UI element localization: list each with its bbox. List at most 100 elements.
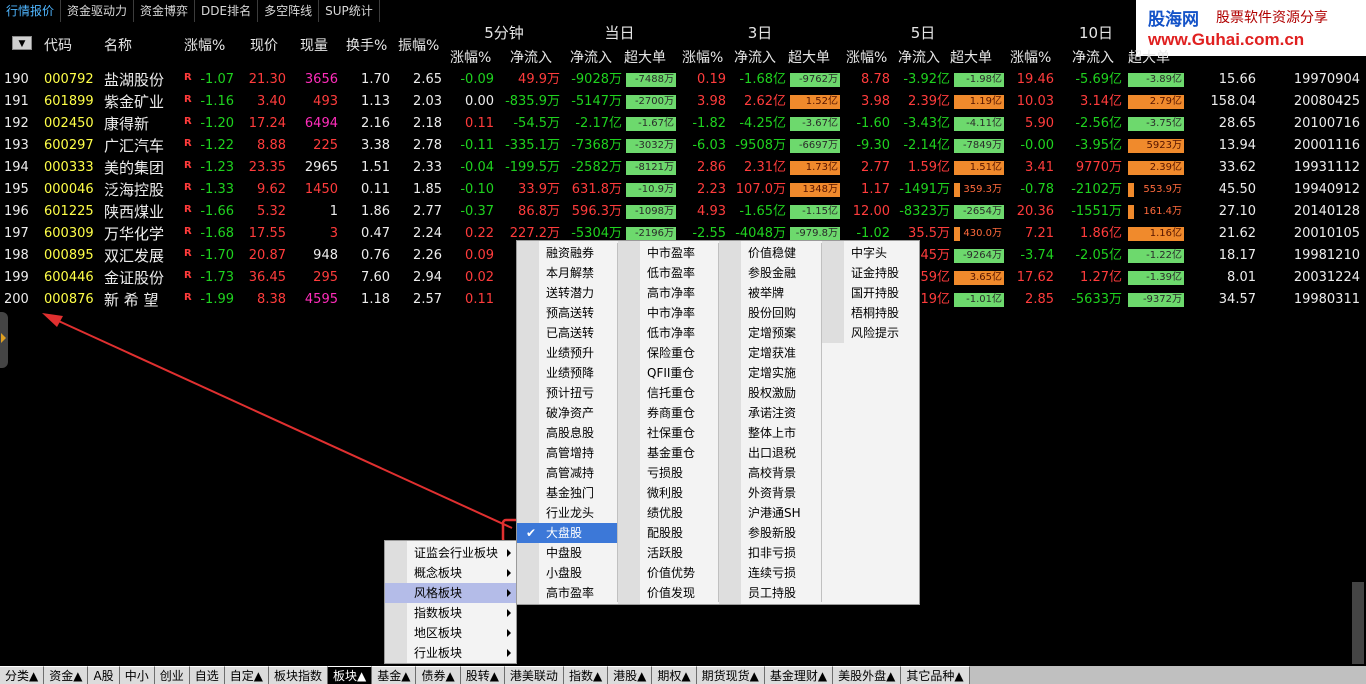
context-menu-item-3[interactable]: 指数板块 <box>385 603 516 623</box>
bottom-tab-6[interactable]: 自定▲ <box>224 666 269 684</box>
submenu-item[interactable]: 券商重仓 <box>618 403 718 423</box>
bottom-tab-15[interactable]: 期权▲ <box>652 666 697 684</box>
bottom-tab-12[interactable]: 港美联动 <box>504 666 564 684</box>
submenu-item[interactable]: 梧桐持股 <box>822 303 919 323</box>
context-menu-item-4[interactable]: 地区板块 <box>385 623 516 643</box>
column-header-17[interactable]: 涨幅% <box>1010 47 1056 69</box>
top-tab-5[interactable]: SUP统计 <box>319 0 380 22</box>
top-tab-0[interactable]: 行情报价 <box>0 0 62 22</box>
column-header-8[interactable]: 净流入 <box>510 47 558 69</box>
bottom-tab-4[interactable]: 创业 <box>154 666 190 684</box>
submenu-item[interactable]: 信托重仓 <box>618 383 718 403</box>
bottom-tab-3[interactable]: 中小 <box>119 666 155 684</box>
bottom-tab-5[interactable]: 自选 <box>189 666 225 684</box>
submenu-item[interactable]: 送转潜力 <box>517 283 617 303</box>
submenu-item[interactable]: QFII重仓 <box>618 363 718 383</box>
submenu-item[interactable]: 高管增持 <box>517 443 617 463</box>
submenu-item[interactable]: 亏损股 <box>618 463 718 483</box>
vertical-scrollbar[interactable] <box>1352 582 1364 664</box>
submenu-item[interactable]: 整体上市 <box>719 423 821 443</box>
column-header-13[interactable]: 超大单 <box>788 47 840 69</box>
submenu-item[interactable]: 扣非亏损 <box>719 543 821 563</box>
submenu-item[interactable]: 绩优股 <box>618 503 718 523</box>
submenu-item[interactable]: 参股金融 <box>719 263 821 283</box>
submenu-item[interactable]: 业绩预升 <box>517 343 617 363</box>
column-header-11[interactable]: 涨幅% <box>682 47 728 69</box>
submenu-item[interactable]: 定增获准 <box>719 343 821 363</box>
bottom-tab-11[interactable]: 股转▲ <box>460 666 505 684</box>
submenu-item[interactable]: 高股息股 <box>517 423 617 443</box>
column-header-7[interactable]: 涨幅% <box>450 47 500 69</box>
submenu-item[interactable]: ✔ 大盘股 <box>517 523 617 543</box>
bottom-tab-16[interactable]: 期货现货▲ <box>696 666 765 684</box>
submenu-item[interactable]: 低市盈率 <box>618 263 718 283</box>
submenu-item[interactable]: 行业龙头 <box>517 503 617 523</box>
submenu-item[interactable]: 价值稳健 <box>719 243 821 263</box>
column-header-12[interactable]: 净流入 <box>734 47 784 69</box>
submenu-item[interactable]: 已高送转 <box>517 323 617 343</box>
column-header-15[interactable]: 净流入 <box>898 47 948 69</box>
column-header-18[interactable]: 净流入 <box>1072 47 1122 69</box>
left-collapse-handle[interactable] <box>0 312 8 368</box>
submenu-item[interactable]: 基金重仓 <box>618 443 718 463</box>
submenu-item[interactable]: 本月解禁 <box>517 263 617 283</box>
submenu-item[interactable]: 小盘股 <box>517 563 617 583</box>
bottom-tab-8[interactable]: 板块▲ <box>327 666 373 684</box>
column-header-3[interactable]: 现价 <box>250 35 292 57</box>
submenu-item[interactable]: 高市盈率 <box>517 583 617 603</box>
context-menu-item-2[interactable]: 风格板块 <box>385 583 516 603</box>
table-row[interactable]: 192 002450 康得新 -1.20 17.24 6494 2.16 2.18 0.11 -5… <box>0 113 1366 135</box>
context-menu-item-5[interactable]: 行业板块 <box>385 643 516 663</box>
context-menu-item-0[interactable]: 证监会行业板块 <box>385 543 516 563</box>
submenu-item[interactable]: 参股新股 <box>719 523 821 543</box>
submenu-item[interactable]: 中市净率 <box>618 303 718 323</box>
bottom-tab-7[interactable]: 板块指数 <box>268 666 328 684</box>
submenu-item[interactable]: 沪港通SH <box>719 503 821 523</box>
context-menu-item-1[interactable]: 概念板块 <box>385 563 516 583</box>
submenu-item[interactable]: 中市盈率 <box>618 243 718 263</box>
column-header-1[interactable]: 名称 <box>104 35 164 57</box>
column-header-19[interactable]: 超大单 <box>1128 47 1180 69</box>
column-header-14[interactable]: 涨幅% <box>846 47 892 69</box>
bottom-tab-13[interactable]: 指数▲ <box>563 666 609 684</box>
submenu-item[interactable]: 低市净率 <box>618 323 718 343</box>
submenu-item[interactable]: 连续亏损 <box>719 563 821 583</box>
submenu-item[interactable]: 高市净率 <box>618 283 718 303</box>
column-header-9[interactable]: 净流入 <box>570 47 620 69</box>
bottom-tab-1[interactable]: 资金▲ <box>44 666 89 684</box>
table-row[interactable]: 191 601899 紫金矿业 -1.16 3.40 493 1.13 2.03 0.00 -83… <box>0 91 1366 113</box>
bottom-tab-17[interactable]: 基金理财▲ <box>764 666 834 684</box>
column-header-16[interactable]: 超大单 <box>950 47 1002 69</box>
table-row[interactable]: 190 000792 盐湖股份 -1.07 21.30 3656 1.70 2.65 -0.09… <box>0 69 1366 91</box>
column-header-0[interactable]: 代码 <box>44 35 104 57</box>
table-row[interactable]: 193 600297 广汇汽车 -1.22 8.88 225 3.38 2.78 -0.11 -3… <box>0 135 1366 157</box>
submenu-item[interactable]: 保险重仓 <box>618 343 718 363</box>
submenu-item[interactable]: 高管减持 <box>517 463 617 483</box>
column-header-4[interactable]: 现量 <box>300 35 342 57</box>
bottom-tab-0[interactable]: 分类▲ <box>0 666 45 684</box>
top-tab-2[interactable]: 资金博弈 <box>134 0 196 22</box>
column-header-5[interactable]: 换手% <box>346 35 392 57</box>
top-tab-1[interactable]: 资金驱动力 <box>61 0 135 22</box>
submenu-item[interactable]: 中盘股 <box>517 543 617 563</box>
submenu-item[interactable]: 价值发现 <box>618 583 718 603</box>
column-header-10[interactable]: 超大单 <box>624 47 674 69</box>
submenu-item[interactable]: 业绩预降 <box>517 363 617 383</box>
submenu-item[interactable]: 证金持股 <box>822 263 919 283</box>
submenu-item[interactable]: 微利股 <box>618 483 718 503</box>
bottom-tab-10[interactable]: 债券▲ <box>416 666 461 684</box>
submenu-item[interactable]: 社保重仓 <box>618 423 718 443</box>
submenu-item[interactable]: 基金独门 <box>517 483 617 503</box>
submenu-item[interactable]: 破净资产 <box>517 403 617 423</box>
submenu-item[interactable]: 价值优势 <box>618 563 718 583</box>
header-menu-button[interactable]: ▼ <box>12 36 32 50</box>
table-row[interactable]: 196 601225 陕西煤业 -1.66 5.32 1 1.86 2.77 -0.37 86.8… <box>0 201 1366 223</box>
submenu-item[interactable]: 出口退税 <box>719 443 821 463</box>
bottom-tab-19[interactable]: 其它品种▲ <box>901 666 970 684</box>
submenu-item[interactable]: 定增实施 <box>719 363 821 383</box>
submenu-item[interactable]: 定增预案 <box>719 323 821 343</box>
submenu-item[interactable]: 活跃股 <box>618 543 718 563</box>
bottom-tab-18[interactable]: 美股外盘▲ <box>833 666 902 684</box>
submenu-item[interactable]: 被举牌 <box>719 283 821 303</box>
submenu-item[interactable]: 预高送转 <box>517 303 617 323</box>
